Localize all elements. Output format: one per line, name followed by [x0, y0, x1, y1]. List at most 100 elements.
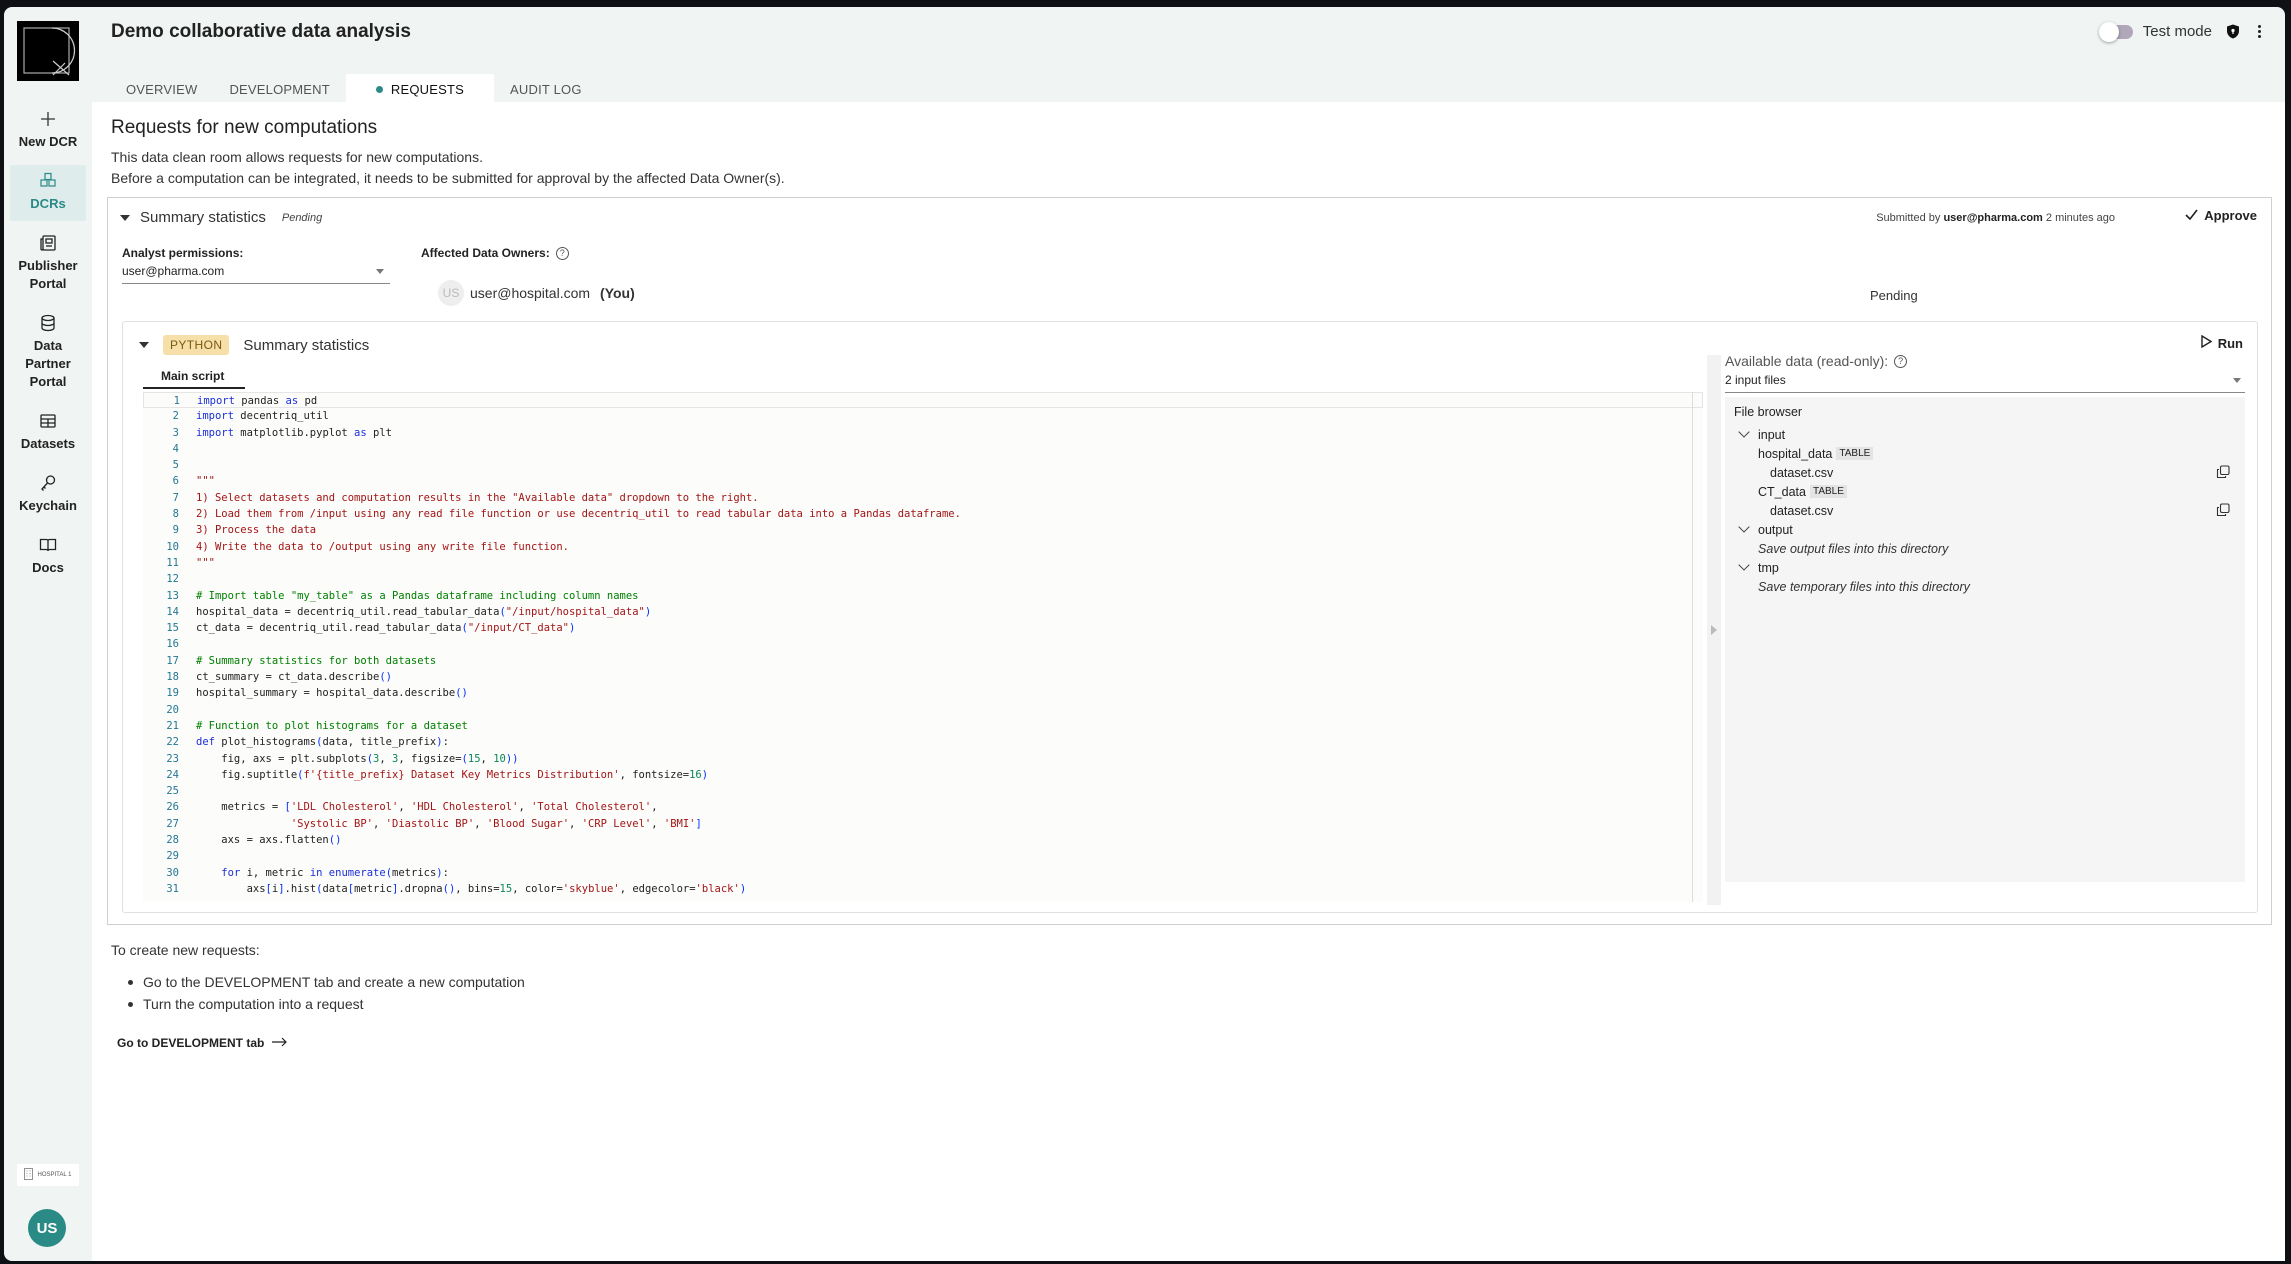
tab-main-script[interactable]: Main script: [143, 365, 245, 389]
shield-icon[interactable]: [2226, 24, 2240, 39]
line-number: 12: [166, 573, 179, 586]
file-item: dataset.csv: [1734, 501, 2236, 520]
run-button[interactable]: Run: [2201, 334, 2243, 351]
tmp-hint: Save temporary files into this directory: [1758, 579, 1970, 594]
request-title: Summary statistics: [140, 209, 266, 226]
tab-overview[interactable]: OVERVIEW: [110, 74, 213, 102]
dcr-tabs: OVERVIEW DEVELOPMENT REQUESTS AUDIT LOG: [110, 74, 598, 102]
line-number: 19: [166, 687, 179, 700]
sidebar-item-keychain[interactable]: Keychain: [10, 467, 86, 523]
folder-output[interactable]: output: [1734, 520, 2236, 539]
code-editor[interactable]: 1 import pandas as pd 2 import decentriq_ut…: [143, 392, 1703, 902]
code-line: 11 """: [143, 555, 1703, 571]
code-line: 10 4) Write the data to /output using any…: [143, 539, 1703, 555]
line-number: 14: [166, 605, 179, 618]
line-number: 8: [172, 508, 179, 521]
code-line: 27 'Systolic BP', 'Diastolic BP', 'Blood…: [143, 816, 1703, 832]
request-header-toggle[interactable]: Summary statistics Pending: [120, 209, 322, 226]
code-text: 2) Load them from /input using any read …: [196, 508, 961, 521]
line-number: 17: [166, 654, 179, 667]
help-icon[interactable]: ?: [555, 246, 569, 260]
copy-icon[interactable]: [2216, 465, 2230, 479]
user-avatar[interactable]: US: [28, 1209, 66, 1247]
sidebar-item-new-dcr[interactable]: New DCR: [10, 103, 86, 159]
request-card: Summary statistics Pending Submitted by …: [107, 197, 2272, 925]
code-line: 13 # Import table "my_table" as a Pandas …: [143, 588, 1703, 604]
code-text: metrics = ['LDL Cholesterol', 'HDL Chole…: [196, 801, 658, 814]
sidebar-nav: New DCR DCRs Publisher Portal Data Partn…: [4, 103, 92, 591]
code-line: 5: [143, 457, 1703, 473]
code-text: import pandas as pd: [197, 395, 318, 407]
code-text: # Function to plot histograms for a data…: [196, 719, 468, 732]
code-text: ct_data = decentriq_util.read_tabular_da…: [196, 622, 576, 635]
code-text: """: [196, 556, 215, 569]
computation-title: Summary statistics: [243, 336, 370, 354]
code-line: 30 for i, metric in enumerate(metrics):: [143, 865, 1703, 881]
code-line: 20: [143, 702, 1703, 718]
tab-audit-log[interactable]: AUDIT LOG: [494, 74, 598, 102]
create-requests-heading: To create new requests:: [111, 942, 260, 958]
owner-email: user@hospital.com: [470, 285, 591, 301]
sidebar-item-label: Docs: [32, 560, 64, 575]
tab-development[interactable]: DEVELOPMENT: [213, 74, 345, 102]
code-line: 29: [143, 848, 1703, 864]
sidebar-item-datasets[interactable]: Datasets: [10, 405, 86, 461]
decentriq-logo[interactable]: [17, 21, 79, 81]
code-line: 19 hospital_summary = hospital_data.descr…: [143, 685, 1703, 701]
owner-avatar: US: [438, 280, 464, 306]
analyst-permissions-select[interactable]: user@pharma.com: [122, 264, 390, 284]
collapse-panel-handle[interactable]: [1707, 355, 1721, 905]
sidebar-item-dcrs[interactable]: DCRs: [10, 165, 86, 221]
cubes-icon: [38, 171, 58, 191]
line-number: 13: [166, 589, 179, 602]
go-to-development-link[interactable]: Go to DEVELOPMENT tab: [117, 1036, 288, 1050]
main-content: Requests for new computations This data …: [92, 102, 2285, 1261]
code-line: 23 fig, axs = plt.subplots(3, 3, figsize…: [143, 751, 1703, 767]
sidebar-item-label: Datasets: [20, 436, 76, 451]
table-ct-data: CT_data TABLE: [1734, 482, 2236, 501]
folder-tmp[interactable]: tmp: [1734, 558, 2236, 577]
line-number: 15: [166, 622, 179, 635]
tab-requests[interactable]: REQUESTS: [345, 74, 495, 102]
code-text: import matplotlib.pyplot as plt: [196, 426, 392, 439]
code-line: 6 """: [143, 473, 1703, 489]
help-icon[interactable]: ?: [1894, 354, 1908, 368]
available-data-select[interactable]: 2 input files: [1725, 373, 2245, 393]
code-text: 'Systolic BP', 'Diastolic BP', 'Blood Su…: [290, 817, 702, 830]
folder-input[interactable]: input: [1734, 425, 2236, 444]
owner-approval-status: Pending: [1870, 288, 1918, 303]
copy-icon[interactable]: [2216, 503, 2230, 517]
line-number: 28: [166, 834, 179, 847]
code-text: 4) Write the data to /output using any w…: [196, 540, 569, 553]
computation-header-toggle[interactable]: PYTHON Summary statistics: [139, 335, 369, 355]
line-number: 30: [166, 866, 179, 879]
sidebar-item-data-partner-portal[interactable]: Data Partner Portal: [10, 307, 86, 399]
line-number: 18: [166, 671, 179, 684]
page-description-2: Before a computation can be integrated, …: [111, 170, 785, 186]
table-hospital-data: hospital_data TABLE: [1734, 444, 2236, 463]
arrow-right-icon: [272, 1036, 288, 1050]
sidebar-item-label: DCRs: [30, 196, 66, 211]
dropdown-arrow-icon: [2233, 378, 2241, 383]
test-mode-toggle[interactable]: [2098, 21, 2133, 42]
code-line: 9 3) Process the data: [143, 522, 1703, 538]
sidebar-item-publisher-portal[interactable]: Publisher Portal: [10, 227, 86, 301]
code-line: 7 1) Select datasets and computation resu…: [143, 490, 1703, 506]
code-text: import decentriq_util: [196, 410, 329, 423]
line-number: 10: [166, 540, 179, 553]
file-item: dataset.csv: [1734, 463, 2236, 482]
file-browser: File browser input hospital_data TABLE da…: [1725, 397, 2245, 882]
code-line: 17 # Summary statistics for both datasets: [143, 653, 1703, 669]
approve-button[interactable]: Approve: [2185, 208, 2257, 223]
line-number: 3: [172, 426, 179, 439]
line-number: 24: [166, 768, 179, 781]
editor-scrollbar[interactable]: [1692, 392, 1693, 902]
code-line: 18 ct_summary = ct_data.describe(): [143, 669, 1703, 685]
code-text: def plot_histograms(data, title_prefix):: [196, 736, 449, 749]
code-line: 8 2) Load them from /input using any read…: [143, 506, 1703, 522]
status-dot: [375, 86, 383, 93]
more-menu-icon[interactable]: [2254, 25, 2265, 38]
sidebar-item-docs[interactable]: Docs: [10, 529, 86, 585]
